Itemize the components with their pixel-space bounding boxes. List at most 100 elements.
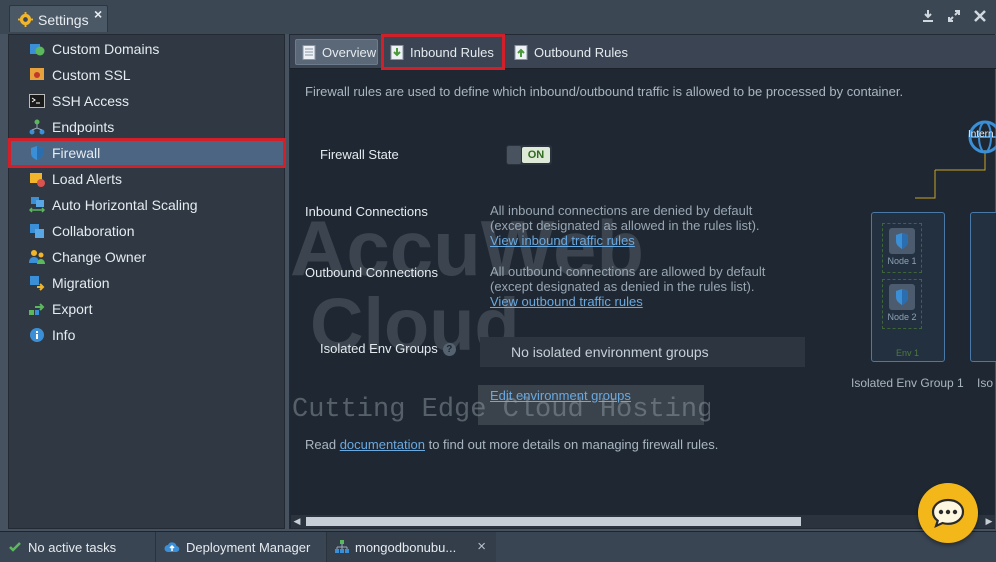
tab-inbound-rules[interactable]: Inbound Rules — [381, 34, 505, 70]
chat-bubble-icon — [931, 498, 965, 529]
sidebar-item-label: Custom Domains — [52, 41, 160, 57]
isolated-label-text: Isolated Env Groups — [320, 341, 438, 356]
sidebar-item-label: Auto Horizontal Scaling — [52, 197, 198, 213]
task-deployment-manager[interactable]: Deployment Manager — [155, 532, 325, 562]
sidebar-item-export[interactable]: Export — [10, 296, 284, 322]
window-titlebar: Settings × — [0, 0, 996, 34]
close-icon[interactable] — [972, 8, 988, 24]
scaling-icon — [29, 197, 45, 213]
firewall-shield-icon — [31, 146, 43, 160]
inbound-description: All inbound connections are denied by de… — [490, 203, 760, 248]
outbound-arrow-icon — [514, 44, 528, 60]
env-group-2-box — [970, 212, 996, 362]
env-group-1-box: Node 1 Node 2 Env 1 — [871, 212, 945, 362]
sidebar-item-firewall[interactable]: Firewall — [8, 138, 286, 168]
task-mongodb-environment[interactable]: mongodbonubu... × — [326, 532, 496, 562]
node-2: Node 2 — [882, 279, 922, 329]
node-1: Node 1 — [882, 223, 922, 273]
sidebar-item-auto-horizontal-scaling[interactable]: Auto Horizontal Scaling — [10, 192, 284, 218]
sidebar-item-endpoints[interactable]: Endpoints — [10, 114, 284, 140]
firewall-intro: Firewall rules are used to define which … — [305, 84, 904, 99]
cloud-upload-icon — [164, 542, 180, 553]
scrollbar-thumb[interactable] — [306, 517, 801, 526]
sidebar-item-migration[interactable]: Migration — [10, 270, 284, 296]
inbound-connections-label: Inbound Connections — [305, 204, 428, 219]
expand-icon[interactable] — [946, 8, 962, 24]
toggle-knob — [507, 146, 521, 164]
sidebar-item-ssh-access[interactable]: SSH Access — [10, 88, 284, 114]
globe-icon — [30, 44, 45, 56]
sidebar-item-label: Firewall — [52, 145, 101, 161]
inbound-arrow-icon — [390, 44, 404, 60]
checkmark-icon — [9, 542, 21, 552]
sidebar-item-label: Custom SSL — [52, 67, 131, 83]
export-icon — [29, 303, 45, 315]
sidebar-item-label: Export — [52, 301, 93, 317]
sidebar-item-label: Load Alerts — [52, 171, 123, 187]
edit-environment-groups-link[interactable]: Edit environment groups — [490, 388, 631, 403]
tab-overview[interactable]: Overview — [295, 39, 378, 65]
view-outbound-rules-link[interactable]: View outbound traffic rules — [490, 294, 765, 309]
sidebar-item-collaboration[interactable]: Collaboration — [10, 218, 284, 244]
scroll-right-icon[interactable]: ▶ — [983, 515, 995, 528]
sidebar-item-info[interactable]: Info — [10, 322, 284, 348]
internet-label: Intern — [968, 129, 994, 140]
isolated-group-1-label: Isolated Env Group 1 — [851, 376, 964, 390]
sidebar-item-change-owner[interactable]: Change Owner — [10, 244, 284, 270]
alert-icon — [30, 173, 45, 187]
firewall-state-toggle[interactable]: ON — [506, 145, 552, 165]
bottom-taskbar: No active tasks Deployment Manager mongo… — [0, 532, 996, 562]
overview-content: AccuWeb Cloud Cutting Edge Cloud Hosting… — [290, 70, 996, 515]
task-label: Deployment Manager — [186, 539, 311, 555]
inbound-desc-line1: All inbound connections are denied by de… — [490, 203, 753, 218]
settings-sidebar: Custom Domains Custom SSL SSH Access End… — [8, 34, 286, 529]
task-label: No active tasks — [28, 539, 117, 555]
toggle-on-label: ON — [522, 147, 550, 163]
settings-title-tab[interactable]: Settings × — [9, 5, 108, 32]
settings-window: Settings × Custom Domains Custom SSL SSH… — [0, 0, 996, 532]
environment-icon — [335, 540, 349, 553]
close-task-icon[interactable]: × — [477, 538, 486, 555]
node-2-label: Node 2 — [887, 312, 917, 322]
horizontal-scrollbar[interactable]: ◀ ▶ — [291, 515, 995, 528]
endpoints-icon — [29, 119, 45, 135]
tab-outbound-rules[interactable]: Outbound Rules — [512, 39, 642, 65]
migration-icon — [30, 276, 45, 291]
info-icon — [30, 328, 44, 342]
sidebar-item-label: Endpoints — [52, 119, 115, 135]
shield-icon — [889, 284, 915, 310]
read-prefix: Read — [305, 437, 340, 452]
chat-support-button[interactable] — [918, 483, 978, 543]
document-icon — [302, 44, 316, 60]
download-icon[interactable] — [920, 8, 936, 24]
documentation-note: Read documentation to find out more deta… — [305, 437, 718, 452]
outbound-connections-label: Outbound Connections — [305, 265, 438, 280]
task-no-active-tasks[interactable]: No active tasks — [8, 532, 154, 562]
shield-icon — [889, 228, 915, 254]
inbound-desc-line2: (except designated as allowed in the rul… — [490, 218, 760, 233]
tab-outbound-label: Outbound Rules — [534, 44, 628, 60]
isolated-group-2-label: Iso — [977, 376, 994, 390]
owner-icon — [29, 250, 45, 264]
sidebar-item-load-alerts[interactable]: Load Alerts — [10, 166, 284, 192]
outbound-desc-line1: All outbound connections are allowed by … — [490, 264, 766, 279]
window-controls — [920, 8, 988, 24]
env-1-label: Env 1 — [896, 348, 920, 358]
outbound-desc-line2: (except designated as denied in the rule… — [490, 279, 755, 294]
sidebar-item-label: Info — [52, 327, 76, 343]
documentation-link[interactable]: documentation — [340, 437, 425, 452]
node-1-label: Node 1 — [887, 256, 917, 266]
tab-inbound-label: Inbound Rules — [410, 44, 494, 60]
isolated-env-groups-label: Isolated Env Groups? — [320, 341, 456, 356]
sidebar-item-label: Change Owner — [52, 249, 147, 265]
sidebar-item-custom-ssl[interactable]: Custom SSL — [10, 62, 284, 88]
close-tab-icon[interactable]: × — [94, 6, 102, 22]
sidebar-item-custom-domains[interactable]: Custom Domains — [10, 36, 284, 62]
view-inbound-rules-link[interactable]: View inbound traffic rules — [490, 233, 760, 248]
help-icon[interactable]: ? — [442, 343, 456, 356]
sidebar-item-label: Collaboration — [52, 223, 135, 239]
certificate-icon — [30, 68, 44, 80]
gear-icon — [18, 12, 33, 27]
scroll-left-icon[interactable]: ◀ — [291, 515, 303, 528]
isolated-groups-field: No isolated environment groups — [480, 337, 805, 367]
